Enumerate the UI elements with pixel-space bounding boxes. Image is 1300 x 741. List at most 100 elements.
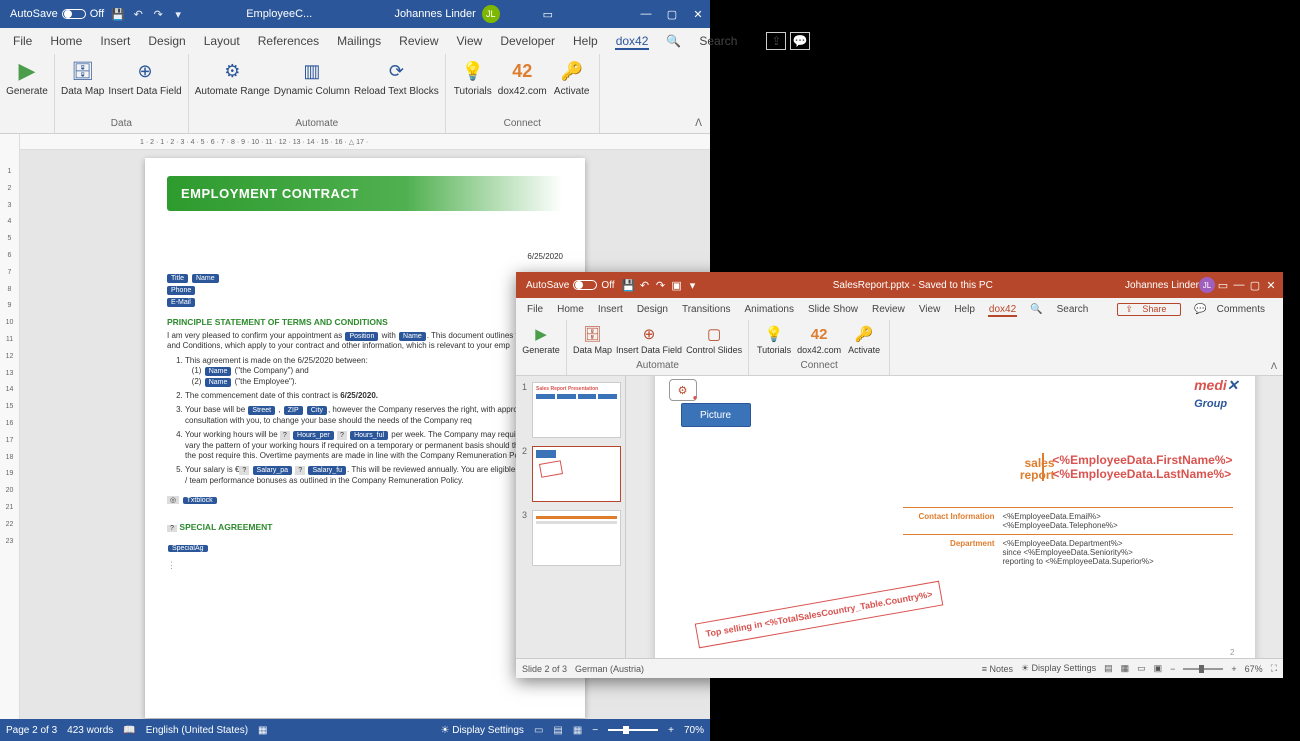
search-icon[interactable]: 🔍 <box>1023 304 1049 315</box>
status-words[interactable]: 423 words <box>67 725 113 736</box>
generate-button[interactable]: ▶Generate <box>522 324 560 356</box>
view-normal-icon[interactable]: ▤ <box>1104 663 1113 674</box>
dox42com-button[interactable]: 42dox42.com <box>498 58 547 97</box>
status-lang[interactable]: English (United States) <box>146 725 248 736</box>
automate-range-button[interactable]: ⚙Automate Range <box>195 58 270 97</box>
menu-view[interactable]: View <box>448 34 492 48</box>
slideshow-icon[interactable]: ▣ <box>669 277 685 293</box>
status-lang[interactable]: German (Austria) <box>575 664 644 674</box>
thumbnail-1[interactable]: Sales Report Presentation <box>532 382 621 438</box>
spellcheck-icon[interactable]: 📖 <box>123 725 135 736</box>
undo-icon[interactable]: ↶ <box>130 6 146 22</box>
toggle-switch[interactable] <box>573 280 597 290</box>
tutorials-button[interactable]: 💡Tutorials <box>755 324 793 356</box>
data-map-button[interactable]: 🗄Data Map <box>573 324 612 356</box>
notes-button[interactable]: ≡ Notes <box>982 664 1013 674</box>
collapse-ribbon-icon[interactable]: ᐱ <box>687 114 710 133</box>
zoom-in[interactable]: + <box>668 725 674 736</box>
redo-icon[interactable]: ↷ <box>150 6 166 22</box>
menu-insert[interactable]: Insert <box>91 34 139 48</box>
share-button[interactable]: ⇪ <box>766 32 786 50</box>
insert-datafield-button[interactable]: ⊕Insert Data Field <box>616 324 682 356</box>
minimize-icon[interactable]: — <box>1231 277 1247 293</box>
qat-more-icon[interactable]: ▾ <box>170 6 186 22</box>
macro-icon[interactable]: ▦ <box>258 725 267 736</box>
search-icon[interactable]: 🔍 <box>657 34 690 48</box>
view-slideshow-icon[interactable]: ▣ <box>1154 663 1163 674</box>
zoom-level[interactable]: 67% <box>1245 664 1263 674</box>
dox42com-button[interactable]: 42dox42.com <box>797 324 841 356</box>
zoom-level[interactable]: 70% <box>684 725 704 736</box>
menu-design[interactable]: Design <box>139 34 194 48</box>
save-icon[interactable]: 💾 <box>621 277 637 293</box>
menu-help[interactable]: Help <box>564 34 607 48</box>
view-sorter-icon[interactable]: ▦ <box>1121 663 1130 674</box>
user-account[interactable]: Johannes Linder JL <box>394 5 499 23</box>
menu-dox42[interactable]: dox42 <box>607 34 658 48</box>
activate-button[interactable]: 🔑Activate <box>551 58 593 97</box>
pp-user[interactable]: Johannes Linder <box>1125 280 1199 291</box>
maximize-icon[interactable]: ▢ <box>664 6 680 22</box>
minimize-icon[interactable]: — <box>638 6 654 22</box>
menu-dox42[interactable]: dox42 <box>982 304 1023 315</box>
menu-transitions[interactable]: Transitions <box>675 304 738 315</box>
comments-button[interactable]: 💬 Comments <box>1187 304 1279 315</box>
data-map-button[interactable]: 🗄Data Map <box>61 58 104 97</box>
close-icon[interactable]: ✕ <box>1263 277 1279 293</box>
undo-icon[interactable]: ↶ <box>637 277 653 293</box>
menu-view[interactable]: View <box>912 304 948 315</box>
control-slides-button[interactable]: ▢Control Slides <box>686 324 742 356</box>
menu-insert[interactable]: Insert <box>591 304 630 315</box>
menu-design[interactable]: Design <box>630 304 675 315</box>
menu-mailings[interactable]: Mailings <box>328 34 390 48</box>
picture-placeholder-icon[interactable]: ⚙● <box>669 379 697 401</box>
redo-icon[interactable]: ↷ <box>653 277 669 293</box>
view-web-icon[interactable]: ▦ <box>573 725 582 736</box>
menu-animations[interactable]: Animations <box>738 304 801 315</box>
view-reading-icon[interactable]: ▭ <box>1137 663 1146 674</box>
save-icon[interactable]: 💾 <box>110 6 126 22</box>
menu-help[interactable]: Help <box>947 304 982 315</box>
menu-review[interactable]: Review <box>865 304 912 315</box>
picture-placeholder[interactable]: Picture <box>681 403 751 427</box>
toggle-switch[interactable] <box>62 9 86 19</box>
ribbon-options-icon[interactable]: ▭ <box>540 6 556 22</box>
display-settings[interactable]: ☀ Display Settings <box>440 725 523 736</box>
display-settings[interactable]: ☀ Display Settings <box>1021 663 1096 674</box>
qat-more-icon[interactable]: ▾ <box>685 277 701 293</box>
fit-window-icon[interactable]: ⛶ <box>1271 663 1277 674</box>
zoom-in[interactable]: + <box>1231 664 1236 674</box>
menu-home[interactable]: Home <box>41 34 91 48</box>
menu-layout[interactable]: Layout <box>195 34 249 48</box>
view-print-icon[interactable]: ▤ <box>553 725 562 736</box>
comments-button[interactable]: 💬 <box>790 32 810 50</box>
status-page[interactable]: Page 2 of 3 <box>6 725 57 736</box>
insert-datafield-button[interactable]: ⊕Insert Data Field <box>108 58 181 97</box>
collapse-ribbon-icon[interactable]: ᐱ <box>1265 358 1283 375</box>
menu-search[interactable]: Search <box>1050 304 1096 315</box>
dynamic-column-button[interactable]: ▥Dynamic Column <box>274 58 350 97</box>
menu-home[interactable]: Home <box>550 304 591 315</box>
thumbnail-2[interactable] <box>532 446 621 502</box>
share-button[interactable]: ⇪ Share <box>1117 303 1181 316</box>
activate-button[interactable]: 🔑Activate <box>845 324 883 356</box>
generate-button[interactable]: ▶Generate <box>6 58 48 97</box>
zoom-slider[interactable] <box>608 729 658 731</box>
status-slide[interactable]: Slide 2 of 3 <box>522 664 567 674</box>
zoom-slider[interactable] <box>1183 668 1223 670</box>
menu-references[interactable]: References <box>249 34 328 48</box>
menu-slideshow[interactable]: Slide Show <box>801 304 865 315</box>
menu-review[interactable]: Review <box>390 34 447 48</box>
reload-textblocks-button[interactable]: ⟳Reload Text Blocks <box>354 58 439 97</box>
thumbnail-3[interactable] <box>532 510 621 566</box>
zoom-out[interactable]: − <box>1170 664 1175 674</box>
menu-file[interactable]: File <box>520 304 550 315</box>
autosave-toggle[interactable]: AutoSave Off <box>4 8 110 20</box>
close-icon[interactable]: ✕ <box>690 6 706 22</box>
view-read-icon[interactable]: ▭ <box>534 725 543 736</box>
zoom-out[interactable]: − <box>592 725 598 736</box>
menu-file[interactable]: File <box>4 34 41 48</box>
tutorials-button[interactable]: 💡Tutorials <box>452 58 494 97</box>
maximize-icon[interactable]: ▢ <box>1247 277 1263 293</box>
menu-developer[interactable]: Developer <box>491 34 564 48</box>
